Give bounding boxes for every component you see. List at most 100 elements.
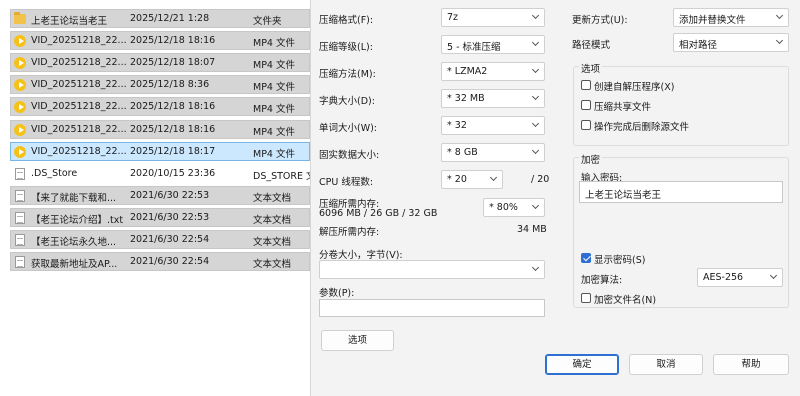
path-mode-select[interactable]: 相对路径 (673, 33, 789, 52)
level-label: 压缩等级(L): (319, 42, 373, 53)
file-name: 获取最新地址及AP... (31, 259, 118, 270)
help-button[interactable]: 帮助 (713, 354, 789, 375)
show-password-label: 显示密码(S) (594, 255, 646, 266)
file-row[interactable]: 【老王论坛介绍】.txt 2021/6/30 22:53 文本文档 (10, 208, 310, 227)
file-row[interactable]: .DS_Store 2020/10/15 23:36 DS_STORE 文... (10, 164, 311, 183)
file-type: MP4 文件 (253, 149, 295, 160)
level-value: 5 - 标准压缩 (447, 42, 501, 53)
compression-memory-value: 6096 MB / 26 GB / 32 GB (319, 208, 438, 219)
chevron-down-icon (531, 263, 540, 272)
file-row[interactable]: 【老王论坛永久地... 2021/6/30 22:54 文本文档 (10, 230, 310, 249)
memory-usage-select[interactable]: * 80% (483, 198, 545, 217)
parameters-input[interactable] (319, 299, 545, 317)
video-file-icon (14, 79, 26, 91)
file-row[interactable]: 【来了就能下载和... 2021/6/30 22:53 文本文档 (10, 186, 310, 205)
file-type: 文件夹 (253, 16, 282, 27)
show-password-checkbox[interactable] (581, 253, 591, 263)
document-icon (15, 256, 25, 268)
create-sfx-label: 创建自解压程序(X) (594, 82, 675, 93)
chevron-down-icon (769, 271, 778, 280)
split-volume-label: 分卷大小，字节(V): (319, 250, 403, 261)
file-row[interactable]: 上老王论坛当老王 2025/12/21 1:28 文件夹 (10, 9, 310, 28)
format-label: 压缩格式(F): (319, 15, 374, 26)
chevron-down-icon (489, 173, 498, 182)
file-date: 2021/6/30 22:53 (130, 212, 210, 223)
chevron-down-icon (531, 65, 540, 74)
method-select[interactable]: * LZMA2 (441, 62, 545, 81)
solid-block-size-label: 固实数据大小: (319, 150, 380, 161)
solid-block-size-select[interactable]: * 8 GB (441, 143, 545, 162)
encryption-method-value: AES-256 (703, 272, 744, 283)
decompression-memory-value: 34 MB (517, 224, 547, 235)
word-size-select[interactable]: * 32 (441, 116, 545, 135)
file-name: VID_20251218_22... (31, 124, 127, 135)
file-row[interactable]: 获取最新地址及AP... 2021/6/30 22:54 文本文档 (10, 252, 310, 271)
delete-after-label: 操作完成后删除源文件 (594, 122, 690, 133)
file-name: VID_20251218_22... (31, 57, 127, 68)
word-size-label: 单词大小(W): (319, 123, 378, 134)
compress-shared-label: 压缩共享文件 (594, 102, 652, 113)
file-row[interactable]: VID_20251218_22... 2025/12/18 18:16 MP4 … (10, 31, 310, 50)
file-type: 文本文档 (253, 215, 292, 226)
level-select[interactable]: 5 - 标准压缩 (441, 35, 545, 54)
file-list: 上老王论坛当老王 2025/12/21 1:28 文件夹 VID_2025121… (0, 0, 312, 396)
decompression-memory-label: 解压所需内存: (319, 227, 380, 238)
encrypt-file-names-label: 加密文件名(N) (594, 295, 657, 306)
file-row[interactable]: VID_20251218_22... 2025/12/18 18:07 MP4 … (10, 53, 310, 72)
file-name: VID_20251218_22... (31, 146, 127, 157)
document-icon (15, 190, 25, 202)
cancel-button[interactable]: 取消 (629, 354, 703, 375)
delete-after-checkbox[interactable] (581, 120, 591, 130)
file-date: 2021/6/30 22:54 (130, 234, 210, 245)
file-row[interactable]: VID_20251218_22... 2025/12/18 18:16 MP4 … (10, 120, 310, 139)
file-type: DS_STORE 文... (253, 171, 311, 182)
method-value: * LZMA2 (447, 66, 488, 77)
solid-block-size-value: * 8 GB (447, 147, 478, 158)
path-mode-label: 路径模式 (572, 40, 611, 51)
encryption-method-label: 加密算法: (581, 275, 623, 286)
file-name: VID_20251218_22... (31, 79, 127, 90)
file-type: MP4 文件 (253, 127, 295, 138)
password-input[interactable]: 上老王论坛当老王 (579, 181, 783, 203)
file-name: VID_20251218_22... (31, 35, 127, 46)
encryption-group-title: 加密 (579, 152, 603, 166)
ok-button[interactable]: 确定 (545, 354, 619, 375)
file-row-focused[interactable]: VID_20251218_22... 2025/12/18 18:17 MP4 … (10, 142, 310, 161)
file-row[interactable]: VID_20251218_22... 2025/12/18 18:16 MP4 … (10, 97, 310, 116)
split-volume-select[interactable] (319, 260, 545, 279)
file-date: 2025/12/18 18:16 (130, 101, 216, 112)
chevron-down-icon (531, 11, 540, 20)
video-file-icon (14, 124, 26, 136)
cpu-threads-value: * 20 (447, 174, 467, 185)
document-icon (15, 234, 25, 246)
create-sfx-checkbox[interactable] (581, 80, 591, 90)
file-date: 2025/12/18 18:16 (130, 124, 216, 135)
file-name: 上老王论坛当老王 (31, 16, 108, 27)
cpu-threads-select[interactable]: * 20 (441, 170, 503, 189)
encrypt-file-names-checkbox[interactable] (581, 293, 591, 303)
encryption-method-select[interactable]: AES-256 (697, 268, 783, 287)
file-date: 2025/12/21 1:28 (130, 13, 210, 24)
chevron-down-icon (775, 11, 784, 20)
update-mode-select[interactable]: 添加并替换文件 (673, 8, 789, 27)
chevron-down-icon (531, 201, 540, 210)
compress-shared-checkbox[interactable] (581, 100, 591, 110)
word-size-value: * 32 (447, 120, 467, 131)
file-type: 文本文档 (253, 193, 292, 204)
folder-icon (14, 12, 26, 24)
video-file-icon (14, 35, 26, 47)
chevron-down-icon (775, 36, 784, 45)
dictionary-size-label: 字典大小(D): (319, 96, 375, 107)
format-select[interactable]: 7z (441, 8, 545, 27)
file-row[interactable]: VID_20251218_22... 2025/12/18 8:36 MP4 文… (10, 75, 310, 94)
dictionary-size-select[interactable]: * 32 MB (441, 89, 545, 108)
file-date: 2021/6/30 22:53 (130, 190, 210, 201)
path-mode-value: 相对路径 (679, 40, 718, 51)
file-type: MP4 文件 (253, 104, 295, 115)
document-icon (15, 168, 25, 180)
options-group-title: 选项 (579, 61, 603, 75)
memory-usage-value: * 80% (489, 202, 518, 213)
options-button[interactable]: 选项 (321, 330, 394, 351)
file-date: 2021/6/30 22:54 (130, 256, 210, 267)
chevron-down-icon (531, 119, 540, 128)
